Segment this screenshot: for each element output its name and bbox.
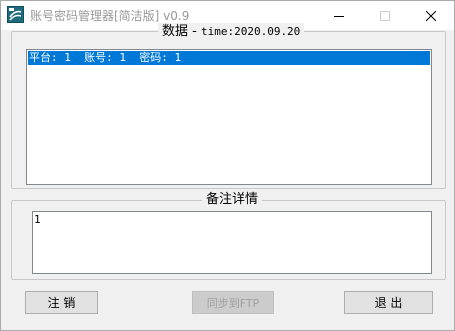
notes-group-label: 备注详情 — [202, 192, 263, 208]
close-button[interactable] — [408, 1, 454, 30]
app-icon — [7, 6, 24, 23]
list-item-selected[interactable]: 平台: 1 账号: 1 密码: 1 — [28, 51, 430, 65]
account-listbox[interactable]: 平台: 1 账号: 1 密码: 1 — [26, 49, 432, 185]
notes-textarea[interactable]: 1 — [32, 211, 432, 274]
data-groupbox: 数据 - time:2020.09.20 平台: 1 账号: 1 密码: 1 — [11, 23, 446, 189]
exit-button[interactable]: 退 出 — [344, 291, 433, 314]
data-group-label: 数据 - time:2020.09.20 — [158, 23, 305, 40]
maximize-button[interactable] — [362, 1, 408, 30]
logout-button[interactable]: 注 销 — [25, 291, 98, 314]
data-group-label-time: time:2020.09.20 — [200, 25, 301, 38]
maximize-icon — [380, 10, 390, 21]
data-group-label-prefix: 数据 - — [162, 24, 201, 39]
window-title: 账号密码管理器[简洁版] v0.9 — [30, 9, 190, 23]
minimize-button[interactable] — [316, 1, 362, 30]
sync-ftp-button[interactable]: 同步到FTP — [192, 291, 274, 314]
close-icon — [426, 10, 436, 21]
minimize-icon — [334, 15, 344, 17]
main-window: 账号密码管理器[简洁版] v0.9 数据 - time:2020.09.20 平… — [0, 0, 455, 331]
